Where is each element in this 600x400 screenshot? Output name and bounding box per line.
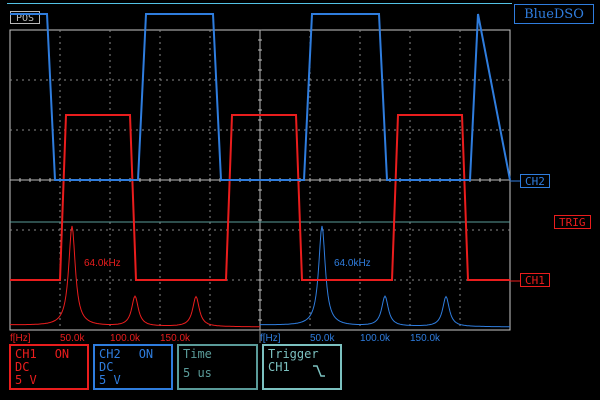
ch2-fft-tick: 150.0k [410, 333, 441, 344]
ch1-scale: 5 V [15, 373, 37, 387]
scope-display: 64.0kHz 64.0kHz f[Hz] 50.0k 100.0k 150.0… [9, 13, 520, 344]
ch1-fft-tick: 150.0k [160, 333, 191, 344]
ch1-fft-tick: 50.0k [60, 333, 85, 344]
ch1-fft-tick: 100.0k [110, 333, 141, 344]
ch2-state: ON [138, 347, 154, 361]
trigger-source: CH1 [268, 360, 290, 374]
ch2-settings-panel[interactable]: CH2 ON DC 5 V [93, 344, 173, 390]
ch1-fft-axis: f[Hz] 50.0k 100.0k 150.0k [10, 333, 191, 344]
oscilloscope-screen: POS BlueDSO 64.0kHz 64.0kHz f[Hz] 50.0k … [0, 0, 600, 400]
ch1-level-marker[interactable]: CH1 [520, 273, 550, 287]
ch2-fft-tick: 50.0k [310, 333, 335, 344]
ch2-peak-label: 64.0kHz [334, 258, 371, 269]
timebase-title: Time [183, 347, 212, 361]
ch2-fft-unit: f[Hz] [260, 333, 281, 344]
timebase-value: 5 us [183, 366, 212, 380]
ch1-settings-panel[interactable]: CH1 ON DC 5 V [9, 344, 89, 390]
ch2-fft-axis: f[Hz] 50.0k 100.0k 150.0k [260, 333, 441, 344]
ch2-scale: 5 V [99, 373, 121, 387]
ch2-fft-tick: 100.0k [360, 333, 391, 344]
graticule [9, 29, 511, 343]
trigger-panel[interactable]: Trigger CH1 [262, 344, 342, 390]
ch1-peak-label: 64.0kHz [84, 258, 121, 269]
timebase-panel[interactable]: Time 5 us [177, 344, 258, 390]
ch1-state: ON [54, 347, 70, 361]
ch1-fft-unit: f[Hz] [10, 333, 31, 344]
rising-edge-icon [313, 365, 325, 377]
ch2-fft-spectrum [259, 225, 510, 328]
ch2-level-marker[interactable]: CH2 [520, 174, 550, 188]
trigger-level-marker[interactable]: TRIG [554, 215, 591, 229]
